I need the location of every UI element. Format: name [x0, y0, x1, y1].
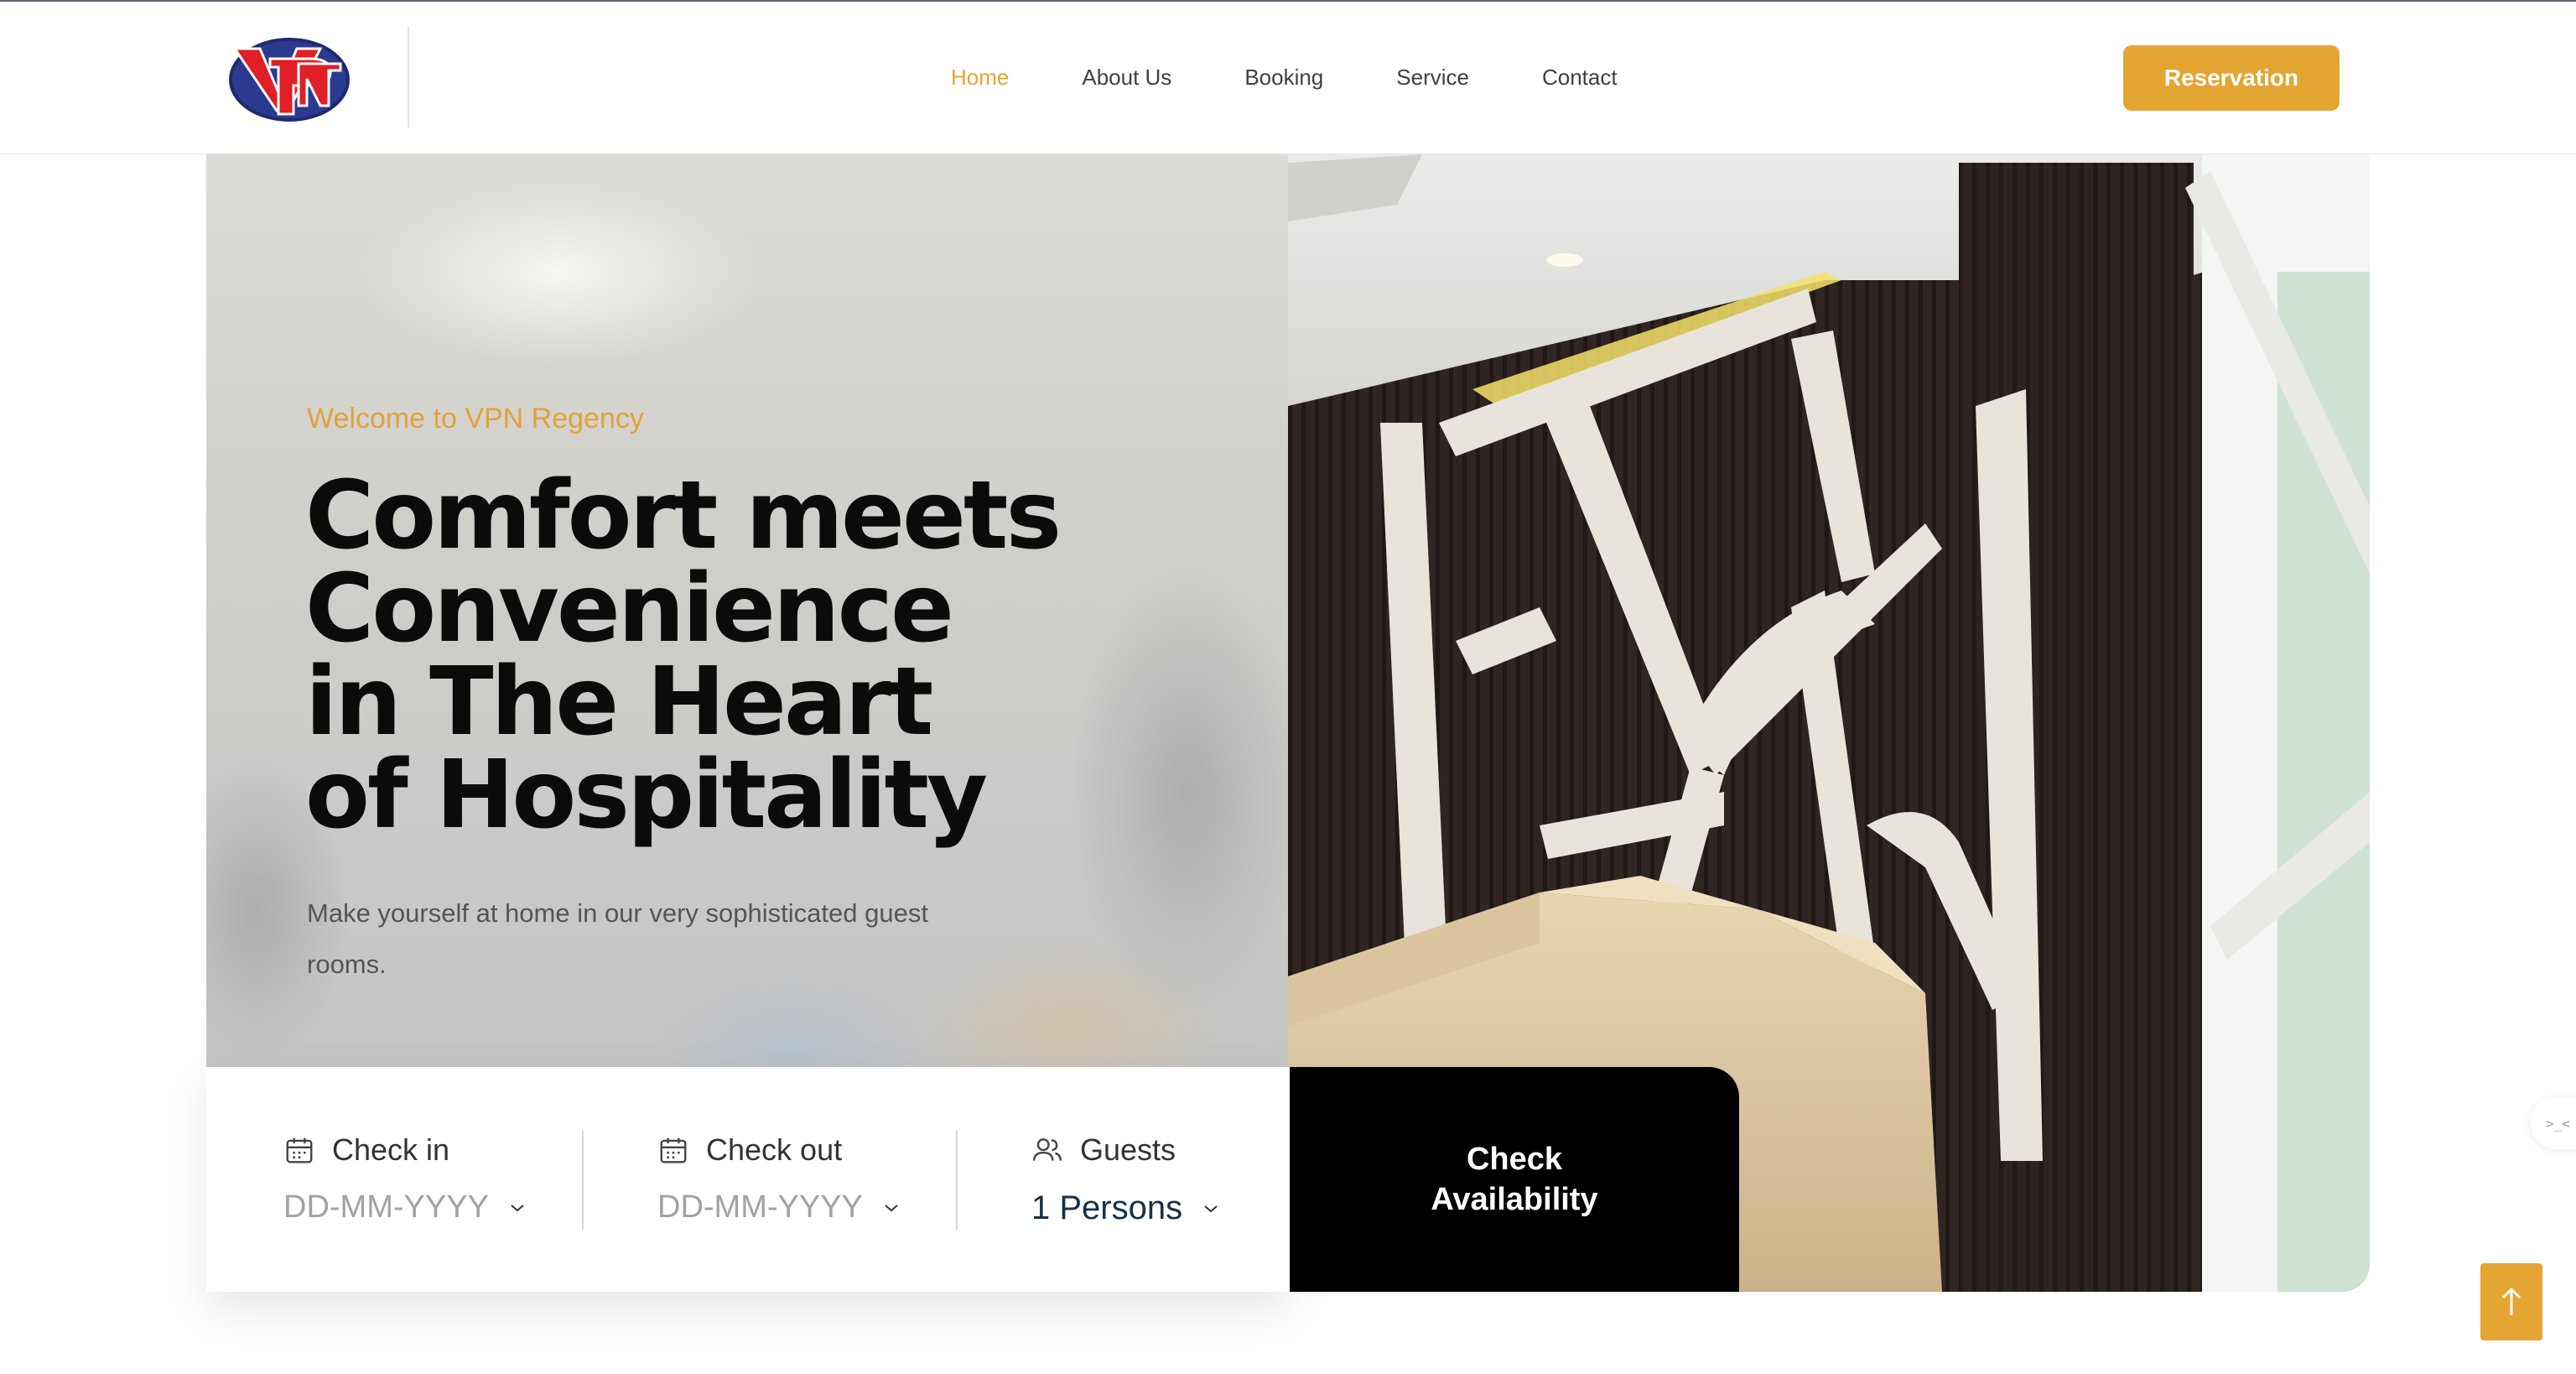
- hero-subtext: Make yourself at home in our very sophis…: [307, 898, 928, 979]
- vpn-logo[interactable]: [226, 34, 352, 122]
- check-in-date-select[interactable]: DD-MM-YYYY: [283, 1189, 526, 1226]
- hero-headline: Comfort meets Convenience in The Heart o…: [305, 461, 1062, 850]
- side-widget-text: >_<: [2546, 1115, 2570, 1132]
- booking-form: Check in DD-MM-YYYY Check out DD-MM-YYYY: [206, 1067, 1290, 1292]
- check-out-date-select[interactable]: DD-MM-YYYY: [657, 1189, 900, 1226]
- check-in-field[interactable]: Check in DD-MM-YYYY: [283, 1067, 535, 1292]
- check-in-placeholder: DD-MM-YYYY: [283, 1189, 489, 1225]
- nav-booking[interactable]: Booking: [1244, 65, 1323, 91]
- check-out-field[interactable]: Check out DD-MM-YYYY: [657, 1067, 909, 1292]
- reservation-button[interactable]: Reservation: [2123, 45, 2340, 111]
- logo-divider: [408, 27, 409, 128]
- arrow-up-icon: [2501, 1287, 2521, 1315]
- check-out-label-row: Check out: [657, 1132, 842, 1168]
- guests-label-row: Guests: [1031, 1132, 1176, 1168]
- check-availability-label: Check Availability: [1431, 1142, 1598, 1217]
- field-divider: [956, 1131, 958, 1230]
- check-availability-button[interactable]: Check Availability: [1290, 1067, 1739, 1292]
- nav-home[interactable]: Home: [951, 65, 1009, 91]
- guests-label: Guests: [1080, 1132, 1176, 1167]
- nav-contact[interactable]: Contact: [1542, 65, 1618, 91]
- nav-about-us[interactable]: About Us: [1082, 65, 1171, 91]
- calendar-icon: [660, 1137, 687, 1163]
- guests-field[interactable]: Guests 1 Persons: [1031, 1067, 1266, 1292]
- chevron-down-icon: [1204, 1205, 1218, 1212]
- field-divider: [582, 1131, 584, 1230]
- scroll-to-top-button[interactable]: [2480, 1263, 2542, 1340]
- chevron-down-icon: [511, 1204, 524, 1211]
- check-in-label-row: Check in: [283, 1132, 449, 1168]
- check-out-placeholder: DD-MM-YYYY: [657, 1189, 863, 1225]
- calendar-icon: [286, 1137, 313, 1163]
- guests-value: 1 Persons: [1031, 1189, 1183, 1226]
- hero-eyebrow: Welcome to VPN Regency: [307, 403, 644, 435]
- main-nav: Home About Us Booking Service Contact: [951, 2, 1618, 154]
- check-out-label: Check out: [706, 1132, 843, 1167]
- chevron-down-icon: [885, 1204, 898, 1211]
- users-icon: [1032, 1138, 1062, 1161]
- nav-service[interactable]: Service: [1396, 65, 1469, 91]
- side-widget-tab[interactable]: >_<: [2531, 1097, 2576, 1149]
- site-header: Home About Us Booking Service Contact Re…: [0, 2, 2576, 154]
- guests-select[interactable]: 1 Persons: [1031, 1189, 1219, 1227]
- check-in-label: Check in: [332, 1132, 450, 1167]
